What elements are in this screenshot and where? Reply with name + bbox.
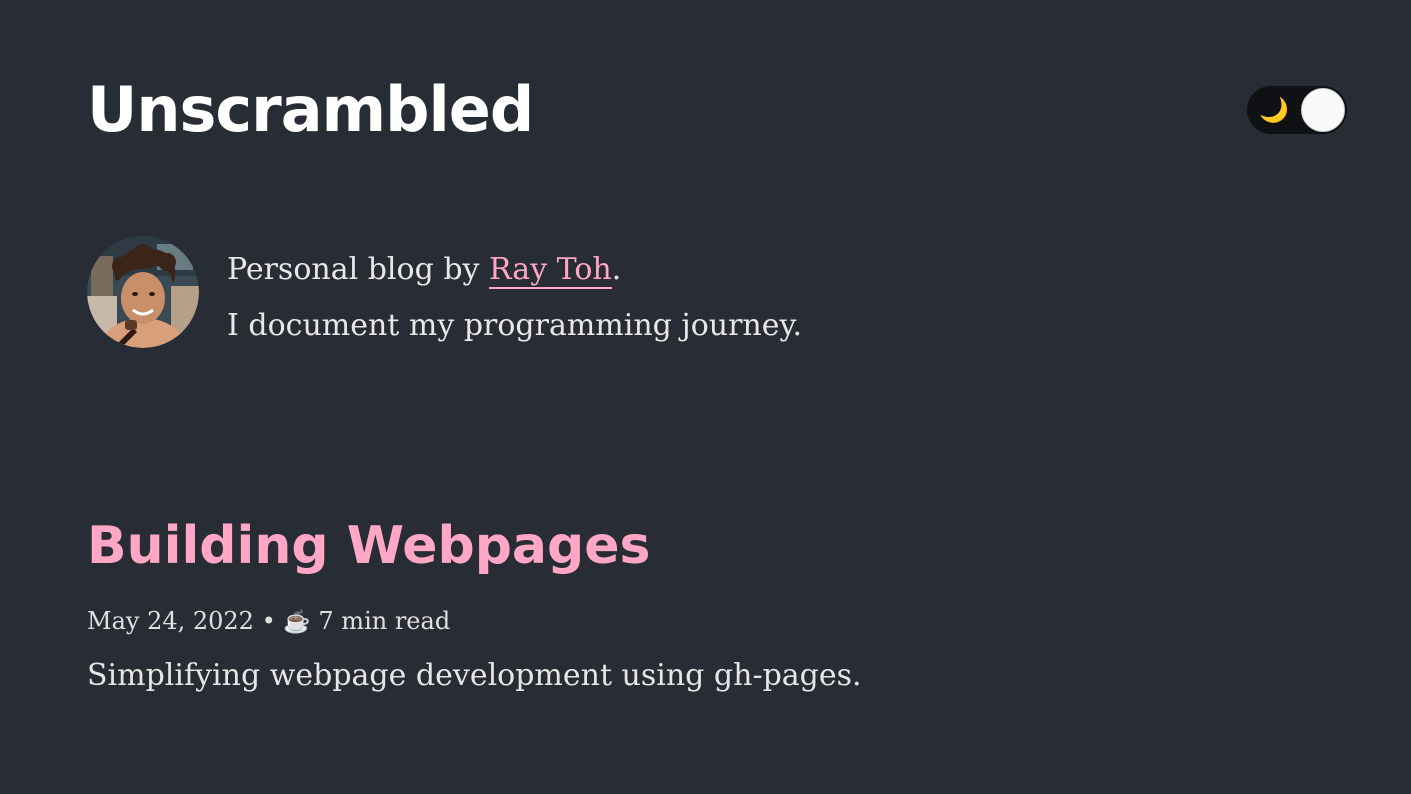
bio-suffix: . — [611, 252, 622, 287]
avatar — [87, 236, 199, 348]
meta-separator: • — [253, 607, 284, 635]
post-meta: May 24, 2022 • ☕️ 7 min read — [87, 603, 450, 641]
post-title-link[interactable]: Building Webpages — [87, 512, 650, 580]
bio-prefix: Personal blog by — [227, 252, 490, 287]
post-excerpt: Simplifying webpage development using gh… — [87, 658, 862, 693]
site-title[interactable]: Unscrambled — [87, 72, 534, 148]
moon-icon: 🌙 — [1259, 96, 1289, 124]
post-date: May 24, 2022 — [87, 607, 254, 635]
bio-tagline: I document my programming journey. — [227, 308, 803, 343]
bio-text: Personal blog by Ray Toh. I document my … — [227, 242, 1027, 354]
author-link[interactable]: Ray Toh — [489, 252, 612, 289]
coffee-icon: ☕️ — [283, 610, 311, 635]
bio-line-1: Personal blog by Ray Toh. — [227, 242, 1027, 298]
avatar-photo — [87, 236, 199, 348]
read-time: 7 min read — [310, 607, 451, 635]
theme-toggle[interactable]: 🌙 — [1247, 86, 1347, 134]
toggle-knob[interactable] — [1301, 88, 1345, 132]
